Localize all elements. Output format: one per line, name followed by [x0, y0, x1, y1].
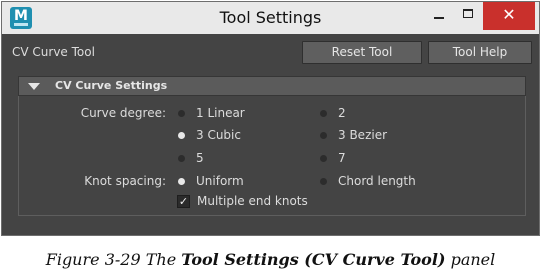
radio-dot-icon	[320, 178, 327, 185]
radio-dot-icon	[178, 132, 185, 139]
cv-curve-settings-header[interactable]: CV Curve Settings	[18, 76, 526, 96]
expand-arrow-icon[interactable]	[28, 83, 40, 90]
caption-suffix: panel	[445, 250, 496, 269]
tool-settings-window: M Tool Settings ✕ CV Curve Tool Reset To…	[1, 1, 540, 236]
close-icon: ✕	[502, 5, 516, 24]
radio-label: 3 Bezier	[338, 128, 388, 142]
radio-label: 7	[338, 151, 346, 165]
maximize-icon	[463, 9, 473, 18]
radio-label: Uniform	[196, 174, 244, 188]
checkbox-check-icon[interactable]: ✓	[177, 195, 190, 208]
minimize-button[interactable]	[424, 2, 454, 30]
radio-label: 5	[196, 151, 204, 165]
radio-dot-icon	[178, 110, 185, 117]
reset-tool-button[interactable]: Reset Tool	[302, 41, 422, 64]
radio-dot-icon	[320, 110, 327, 117]
radio-dot-icon	[320, 155, 327, 162]
radio-label: 2	[338, 106, 346, 120]
maximize-button[interactable]	[454, 2, 484, 30]
caption-prefix: Figure 3-29 The	[45, 250, 182, 269]
minimize-icon	[434, 17, 444, 19]
figure-caption: Figure 3-29 The Tool Settings (CV Curve …	[0, 250, 541, 269]
title-bar[interactable]: M Tool Settings ✕	[2, 2, 539, 34]
curve-degree-label: Curve degree:	[80, 106, 166, 120]
knot-spacing-label: Knot spacing:	[84, 174, 166, 188]
radio-label: Chord length	[338, 174, 416, 188]
multiple-end-knots-label: Multiple end knots	[197, 194, 308, 208]
radio-dot-icon	[320, 132, 327, 139]
radio-dot-icon	[178, 155, 185, 162]
radio-dot-icon	[178, 178, 185, 185]
section-title: CV Curve Settings	[55, 79, 168, 92]
close-button[interactable]: ✕	[483, 2, 535, 30]
caption-bold: Tool Settings (CV Curve Tool)	[181, 250, 446, 269]
radio-label: 1 Linear	[196, 106, 245, 120]
tool-name-label: CV Curve Tool	[12, 45, 95, 59]
radio-label: 3 Cubic	[196, 128, 241, 142]
tool-help-button[interactable]: Tool Help	[428, 41, 532, 64]
